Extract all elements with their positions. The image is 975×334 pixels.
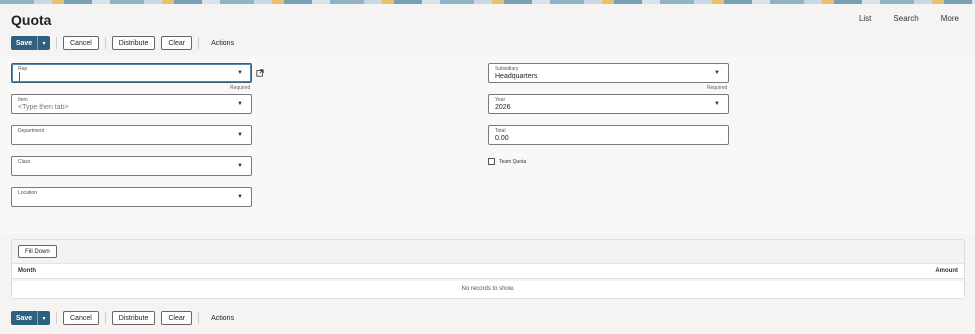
rep-field[interactable]: Rep ▼ (11, 63, 252, 83)
year-value: 2026 (495, 104, 511, 111)
save-button[interactable]: Save (11, 311, 37, 325)
chevron-down-icon: ▾ (42, 315, 46, 322)
subsidiary-value: Headquarters (495, 73, 538, 80)
subsidiary-required-hint: Required (707, 85, 728, 91)
divider (198, 37, 200, 49)
save-button[interactable]: Save (11, 36, 37, 50)
department-label: Department (18, 128, 45, 134)
text-cursor (19, 72, 20, 81)
cancel-button[interactable]: Cancel (63, 36, 99, 50)
open-external-icon[interactable] (256, 69, 264, 77)
save-options-button[interactable]: ▾ (37, 311, 50, 325)
sublist-header: Month Amount (12, 263, 964, 279)
list-link[interactable]: List (859, 14, 871, 23)
total-value: 0.00 (495, 135, 509, 142)
chevron-down-icon[interactable]: ▼ (714, 70, 720, 76)
chevron-down-icon[interactable]: ▼ (237, 163, 243, 169)
subsidiary-label: Subsidiary (495, 66, 519, 72)
location-label: Location (18, 190, 37, 196)
class-label: Class (18, 159, 31, 165)
chevron-down-icon[interactable]: ▼ (714, 101, 720, 107)
chevron-down-icon[interactable]: ▼ (237, 101, 243, 107)
top-links: List Search More (859, 14, 959, 23)
item-field[interactable]: Item <Type then tab> ▼ (11, 94, 252, 114)
divider (56, 37, 57, 49)
actions-menu[interactable]: Actions (211, 40, 234, 47)
team-quota-checkbox[interactable] (488, 158, 495, 165)
team-quota-row: Team Quota (488, 158, 526, 165)
department-field[interactable]: Department ▼ (11, 125, 252, 145)
clear-button[interactable]: Clear (161, 311, 193, 325)
year-field[interactable]: Year 2026 ▼ (488, 94, 729, 114)
team-quota-label: Team Quota (499, 158, 527, 165)
page-title: Quota (11, 12, 52, 28)
empty-message: No records to show. (12, 281, 964, 298)
distribute-button[interactable]: Distribute (111, 36, 156, 50)
item-label: Item (18, 97, 28, 103)
divider (198, 312, 200, 324)
actions-menu[interactable]: Actions (211, 315, 234, 322)
subsidiary-field[interactable]: Subsidiary Headquarters ▼ (488, 63, 729, 83)
column-header-month[interactable]: Month (18, 268, 36, 274)
chevron-down-icon[interactable]: ▼ (237, 132, 243, 138)
rep-required-hint: Required (230, 85, 251, 91)
bottom-action-bar: Save ▾ Cancel Distribute Clear Actions (11, 311, 234, 325)
more-link[interactable]: More (941, 14, 959, 23)
clear-button[interactable]: Clear (161, 36, 193, 50)
chevron-down-icon[interactable]: ▼ (237, 70, 243, 76)
fill-down-button[interactable]: Fill Down (18, 245, 57, 258)
total-field[interactable]: Total 0.00 (488, 125, 729, 145)
cancel-button[interactable]: Cancel (63, 311, 99, 325)
total-label: Total (495, 128, 506, 134)
divider (104, 37, 106, 49)
year-label: Year (495, 97, 506, 103)
column-header-amount[interactable]: Amount (935, 268, 958, 274)
distribute-button[interactable]: Distribute (111, 311, 156, 325)
quota-sublist: Fill Down Month Amount No records to sho… (11, 239, 965, 299)
location-field[interactable]: Location ▼ (11, 187, 252, 207)
chevron-down-icon[interactable]: ▼ (237, 194, 243, 200)
top-action-bar: Save ▾ Cancel Distribute Clear Actions (11, 36, 234, 50)
search-link[interactable]: Search (893, 14, 918, 23)
divider (104, 312, 106, 324)
class-field[interactable]: Class ▼ (11, 156, 252, 176)
item-placeholder: <Type then tab> (18, 104, 69, 111)
chevron-down-icon: ▾ (42, 40, 46, 47)
divider (56, 312, 57, 324)
save-options-button[interactable]: ▾ (37, 36, 50, 50)
